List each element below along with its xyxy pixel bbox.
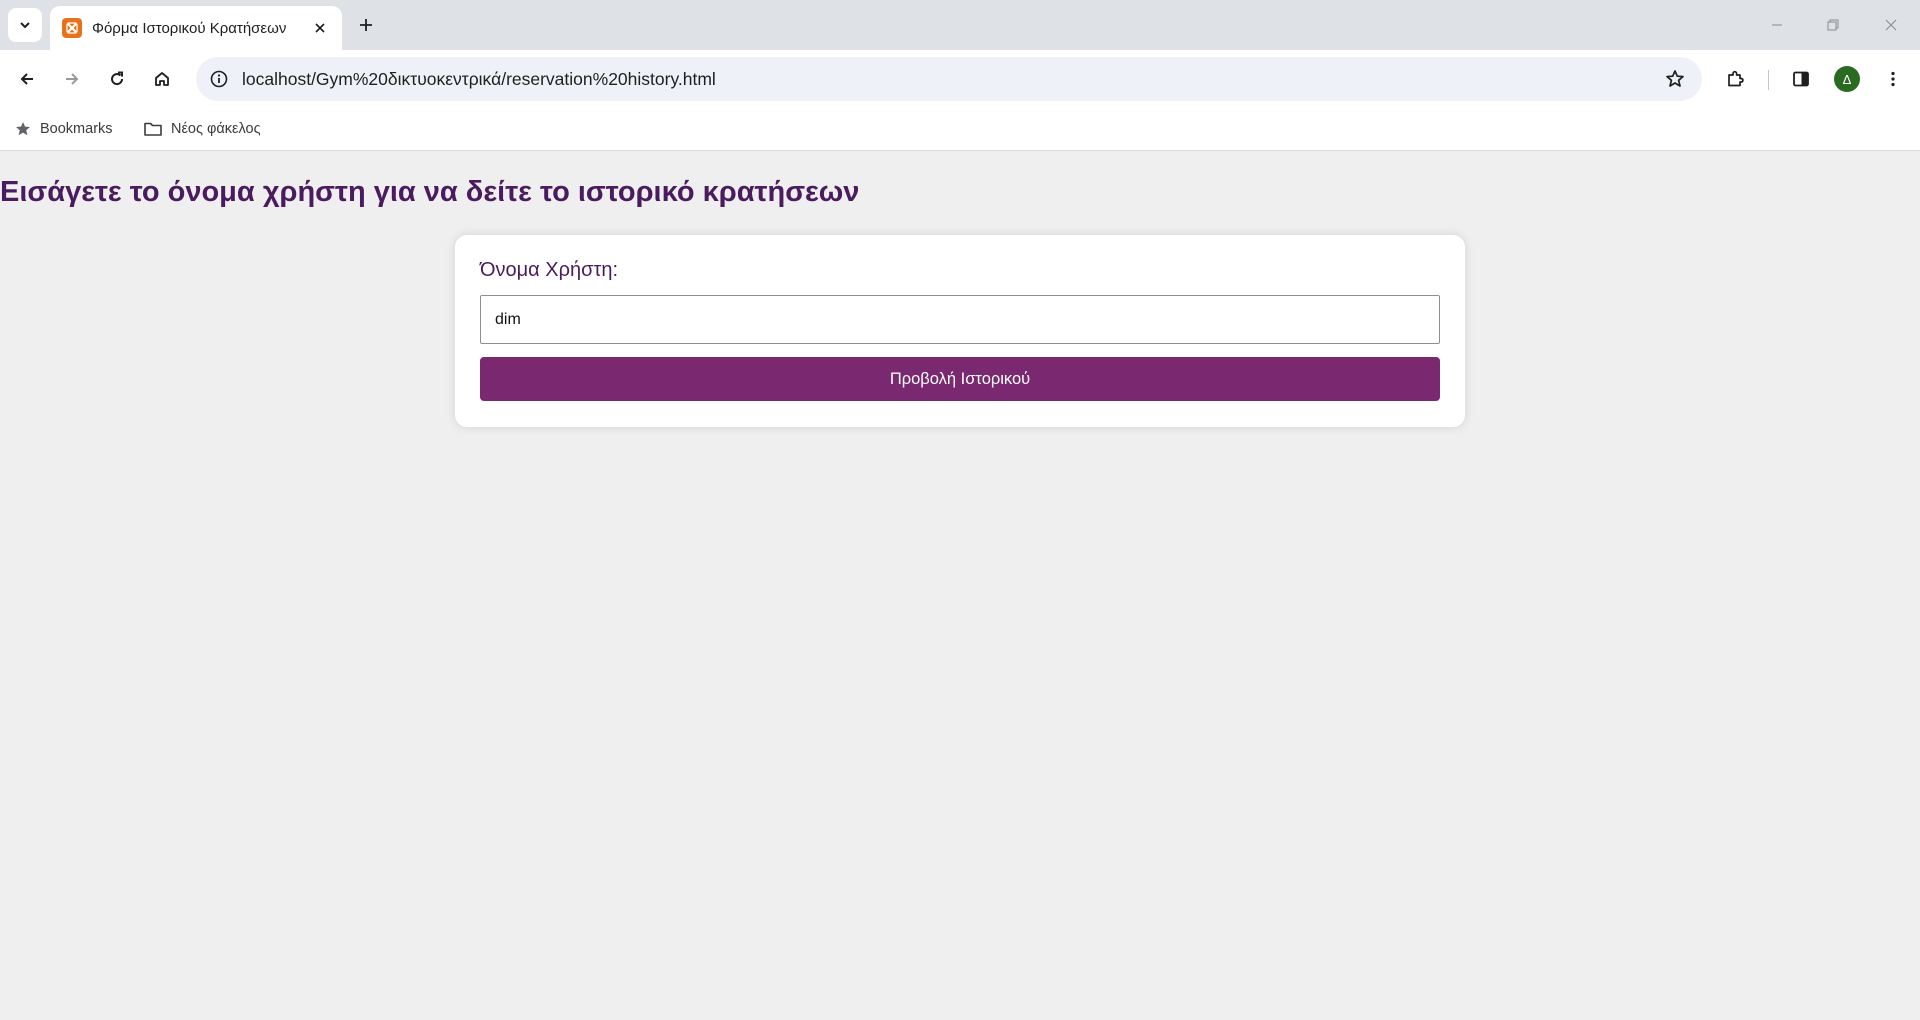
restore-button[interactable] — [1815, 10, 1851, 40]
minimize-button[interactable] — [1759, 10, 1795, 40]
folder-icon — [144, 122, 162, 136]
arrow-left-icon — [20, 73, 33, 85]
view-history-button[interactable]: Προβολή Ιστορικού — [480, 357, 1440, 401]
forward-button[interactable] — [55, 62, 89, 96]
arrow-right-icon — [66, 73, 79, 85]
restore-icon — [1827, 19, 1839, 31]
bookmark-star-button[interactable] — [1658, 62, 1692, 96]
page-title: Εισάγετε το όνομα χρήστη για να δείτε το… — [0, 176, 860, 208]
bookmark-label: Νέος φάκελος — [171, 121, 261, 137]
profile-avatar[interactable]: Δ — [1834, 66, 1860, 92]
puzzle-icon — [1728, 70, 1744, 87]
home-button[interactable] — [145, 62, 179, 96]
bookmark-item-bookmarks[interactable]: Bookmarks — [14, 116, 113, 142]
bookmarks-bar: Bookmarks Νέος φάκελος — [0, 108, 1920, 151]
browser-tab-active[interactable]: Φόρμα Ιστορικού Κρατήσεων — [50, 6, 342, 50]
username-label: Όνομα Χρήστη: — [480, 259, 619, 281]
info-icon — [210, 70, 228, 88]
url-text[interactable]: localhost/Gym%20δικτυοκεντρικά/reservati… — [242, 69, 1658, 90]
back-button[interactable] — [10, 62, 44, 96]
extensions-button[interactable] — [1718, 62, 1752, 96]
username-input[interactable] — [480, 295, 1440, 344]
side-panel-button[interactable] — [1784, 62, 1818, 96]
reservation-history-form: Όνομα Χρήστη: Προβολή Ιστορικού — [455, 235, 1465, 427]
toolbar-separator — [1768, 70, 1769, 90]
minimize-icon — [1772, 24, 1782, 26]
more-vert-icon — [1891, 71, 1895, 87]
close-icon — [1885, 19, 1897, 31]
address-bar[interactable]: localhost/Gym%20δικτυοκεντρικά/reservati… — [196, 57, 1702, 101]
star-outline-icon — [1666, 70, 1684, 87]
menu-button[interactable] — [1876, 62, 1910, 96]
star-icon — [16, 122, 30, 136]
tab-search-button[interactable] — [8, 8, 42, 42]
tab-title: Φόρμα Ιστορικού Κρατήσεων — [92, 19, 287, 37]
bookmark-item-folder[interactable]: Νέος φάκελος — [143, 116, 261, 142]
page-content: Εισάγετε το όνομα χρήστη για να δείτε το… — [0, 151, 1920, 1020]
tab-close-button[interactable] — [310, 18, 330, 38]
reload-icon — [111, 71, 124, 86]
site-info-button[interactable] — [206, 66, 232, 92]
new-tab-button[interactable] — [352, 11, 380, 39]
reload-button[interactable] — [100, 62, 134, 96]
browser-toolbar: localhost/Gym%20δικτυοκεντρικά/reservati… — [0, 50, 1920, 108]
chevron-down-icon — [20, 22, 30, 29]
side-panel-icon — [1793, 71, 1809, 87]
close-window-button[interactable] — [1873, 10, 1909, 40]
xampp-favicon-icon — [62, 18, 82, 38]
plus-icon — [360, 19, 372, 31]
close-icon — [315, 23, 325, 33]
tab-strip: Φόρμα Ιστορικού Κρατήσεων — [0, 0, 1920, 50]
bookmark-label: Bookmarks — [40, 121, 113, 137]
home-icon — [155, 72, 169, 86]
